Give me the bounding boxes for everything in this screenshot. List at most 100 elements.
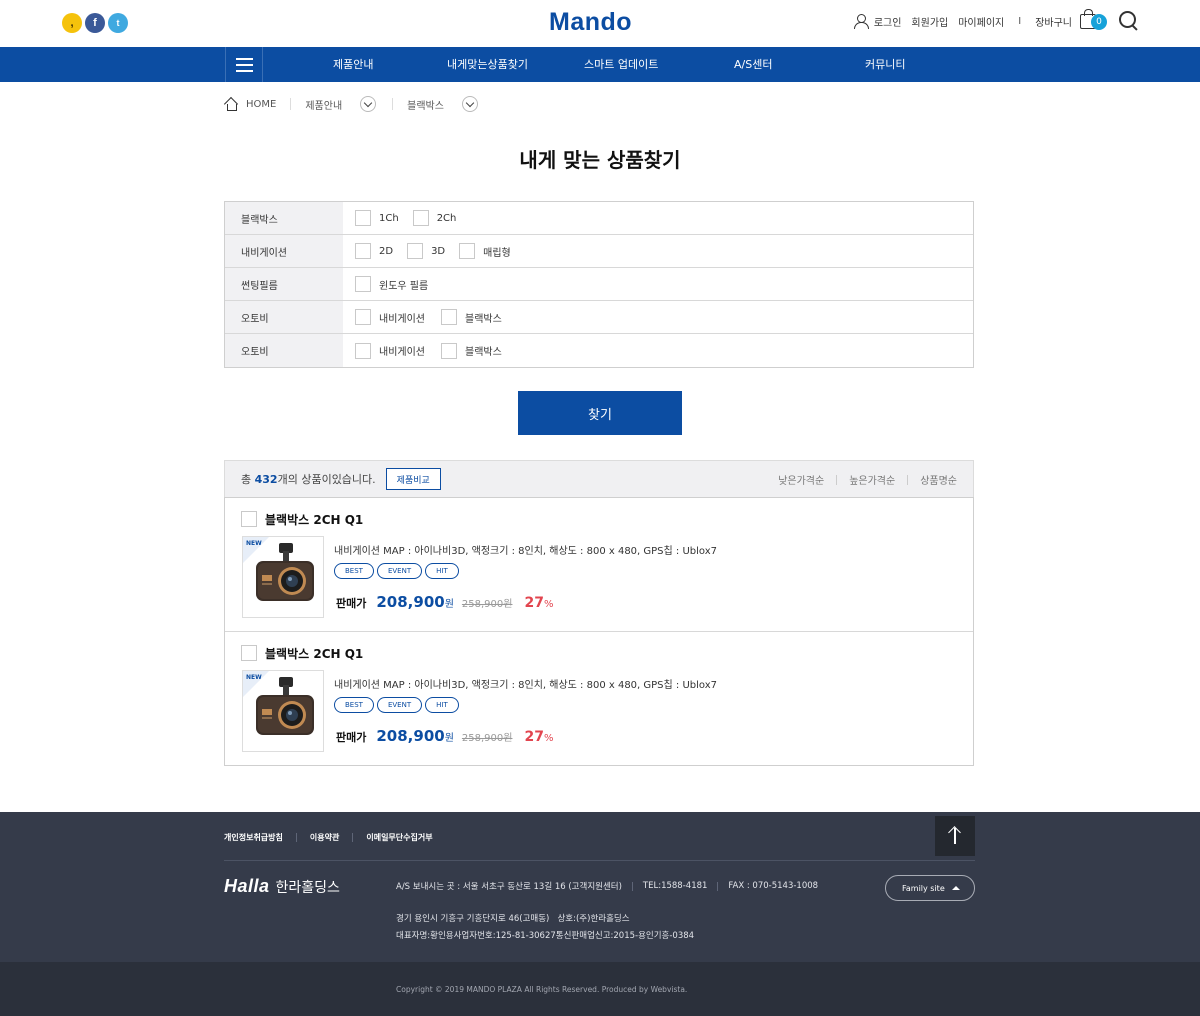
chevron-down-icon[interactable] xyxy=(360,96,377,112)
filter-option-navigation[interactable]: 내비게이션 xyxy=(355,309,425,325)
filter-label: 내비게이션 xyxy=(225,235,343,267)
nav-item-community[interactable]: 커뮤니티 xyxy=(865,47,905,82)
email-refusal-link[interactable]: 이메일무단수집거부 xyxy=(366,832,432,843)
hamburger-menu-icon[interactable] xyxy=(225,47,263,82)
product-item: 블랙박스 2CH Q1 NEW 내비게이션 MAP : 아이나비3D, 액정크기… xyxy=(225,498,973,632)
footer-divider xyxy=(295,833,297,842)
footer: 개인정보취급방침 이용약관 이메일무단수집거부 Halla 한라홀딩스 A/S … xyxy=(0,812,1200,962)
nav-item-products[interactable]: 제품안내 xyxy=(333,47,373,82)
footer-contact: A/S 보내시는 곳 : 서울 서초구 동산로 13길 16 (고객지원센터) … xyxy=(396,880,818,892)
kakao-story-icon[interactable]: , xyxy=(62,13,82,33)
fax: FAX : 070-5143-1008 xyxy=(728,881,819,891)
checkbox[interactable] xyxy=(355,210,371,226)
privacy-policy-link[interactable]: 개인정보취급방침 xyxy=(224,832,283,843)
checkbox[interactable] xyxy=(412,210,429,226)
tel: TEL:1588-4181 xyxy=(642,881,708,891)
breadcrumb-home[interactable]: HOME xyxy=(246,99,276,110)
filter-row-blackbox: 블랙박스 1Ch 2Ch xyxy=(225,202,973,235)
breadcrumb-level1[interactable]: 제품안내 xyxy=(305,97,342,112)
sort-name[interactable]: 상품명순 xyxy=(920,472,957,487)
mypage-link[interactable]: 마이페이지 xyxy=(958,14,1004,29)
checkbox[interactable] xyxy=(355,243,371,259)
results-suffix: 개의 상품이있습니다. xyxy=(277,473,376,486)
terms-link[interactable]: 이용약관 xyxy=(310,832,339,843)
filter-option-1ch[interactable]: 1Ch xyxy=(355,210,399,226)
sort-high-price[interactable]: 높은가격순 xyxy=(849,472,895,487)
option-label: 블랙박스 xyxy=(465,347,502,358)
filter-option-3d[interactable]: 3D xyxy=(407,243,445,259)
product-description: 내비게이션 MAP : 아이나비3D, 액정크기 : 8인치, 해상도 : 80… xyxy=(334,546,717,557)
filter-option-window-film[interactable]: 윈도우 필름 xyxy=(355,276,428,292)
caret-up-icon xyxy=(952,886,960,890)
product-tags: BEST EVENT HIT xyxy=(334,697,459,713)
chevron-down-icon[interactable] xyxy=(461,96,478,112)
checkbox[interactable] xyxy=(355,342,371,359)
option-label: 내비게이션 xyxy=(379,313,425,325)
twitter-icon[interactable]: t xyxy=(108,13,128,33)
sort-low-price[interactable]: 낮은가격순 xyxy=(778,472,824,487)
filter-option-blackbox[interactable]: 블랙박스 xyxy=(441,309,502,325)
breadcrumb: HOME 제품안내 블랙박스 xyxy=(224,95,478,113)
nav-item-smart-update[interactable]: 스마트 업데이트 xyxy=(584,47,658,82)
filter-option-navigation[interactable]: 내비게이션 xyxy=(355,342,425,359)
checkbox[interactable] xyxy=(441,309,457,325)
as-address: A/S 보내시는 곳 : 서울 서초구 동산로 13길 16 (고객지원센터) xyxy=(396,882,622,892)
halla-logo: Halla 한라홀딩스 xyxy=(224,876,340,897)
tag-hit: HIT xyxy=(425,697,459,713)
arrow-up-icon xyxy=(954,828,956,844)
filter-row-tinting-film: 썬팅필름 윈도우 필름 xyxy=(225,268,973,301)
footer-divider-line xyxy=(224,860,975,861)
breadcrumb-divider xyxy=(290,98,292,110)
filter-option-builtin[interactable]: 매립형 xyxy=(459,243,511,259)
sort-options: 낮은가격순 높은가격순 상품명순 xyxy=(778,461,957,498)
product-list: 블랙박스 2CH Q1 NEW 내비게이션 MAP : 아이나비3D, 액정크기… xyxy=(224,497,974,766)
cart-count-badge: 0 xyxy=(1091,14,1107,30)
checkbox[interactable] xyxy=(459,243,476,259)
option-label: 윈도우 필름 xyxy=(379,280,429,292)
filter-label: 오토비 xyxy=(225,334,343,367)
breadcrumb-level2[interactable]: 블랙박스 xyxy=(407,97,444,112)
checkbox[interactable] xyxy=(355,276,371,292)
cart-icon[interactable]: 0 xyxy=(1080,9,1107,31)
results-prefix: 총 xyxy=(241,473,255,486)
copyright-bar: Copyright © 2019 MANDO PLAZA All Rights … xyxy=(0,962,1200,1016)
product-checkbox[interactable] xyxy=(241,645,257,661)
find-button[interactable]: 찾기 xyxy=(518,391,682,435)
site-logo[interactable]: Mando xyxy=(549,8,632,37)
nav-item-as-center[interactable]: A/S센터 xyxy=(734,47,772,82)
utility-menu: 로그인 회원가입 마이페이지 I 장바구니 0 xyxy=(853,9,1140,32)
product-thumbnail[interactable]: NEW xyxy=(242,536,324,618)
footer-links: 개인정보취급방침 이용약관 이메일무단수집거부 xyxy=(224,832,433,843)
login-link[interactable]: 로그인 xyxy=(874,14,902,29)
price-row: 판매가 208,900 원 258,900원 27 % xyxy=(336,593,553,611)
filter-label: 오토비 xyxy=(225,301,343,333)
checkbox[interactable] xyxy=(441,342,457,359)
original-price: 258,900원 xyxy=(461,599,513,610)
scroll-top-button[interactable] xyxy=(935,816,975,856)
price-label: 판매가 xyxy=(336,731,367,744)
cart-link[interactable]: 장바구니 xyxy=(1035,14,1072,29)
product-thumbnail[interactable]: NEW xyxy=(242,670,324,752)
home-icon[interactable] xyxy=(224,98,238,111)
util-separator: I xyxy=(1018,15,1022,27)
filter-option-2d[interactable]: 2D xyxy=(355,243,393,259)
product-item: 블랙박스 2CH Q1 NEW 내비게이션 MAP : 아이나비3D, 액정크기… xyxy=(225,632,973,765)
family-site-select[interactable]: Family site xyxy=(885,875,975,901)
join-link[interactable]: 회원가입 xyxy=(911,14,948,29)
product-name[interactable]: 블랙박스 2CH Q1 xyxy=(265,645,363,662)
halla-logo-en: Halla xyxy=(224,876,270,896)
nav-item-find-product[interactable]: 내게맞는상품찾기 xyxy=(447,47,528,82)
facebook-icon[interactable]: f xyxy=(85,13,105,33)
filter-option-blackbox[interactable]: 블랙박스 xyxy=(441,342,502,359)
option-label: 블랙박스 xyxy=(465,313,502,325)
compare-button[interactable]: 제품비교 xyxy=(385,468,441,490)
currency: 원 xyxy=(444,599,454,610)
currency: 원 xyxy=(444,733,454,744)
filter-option-2ch[interactable]: 2Ch xyxy=(412,210,456,226)
product-checkbox[interactable] xyxy=(241,511,257,527)
product-name[interactable]: 블랙박스 2CH Q1 xyxy=(265,511,363,528)
checkbox[interactable] xyxy=(407,243,424,259)
checkbox[interactable] xyxy=(355,309,371,325)
search-icon[interactable] xyxy=(1118,10,1140,32)
original-price: 258,900원 xyxy=(461,733,513,744)
